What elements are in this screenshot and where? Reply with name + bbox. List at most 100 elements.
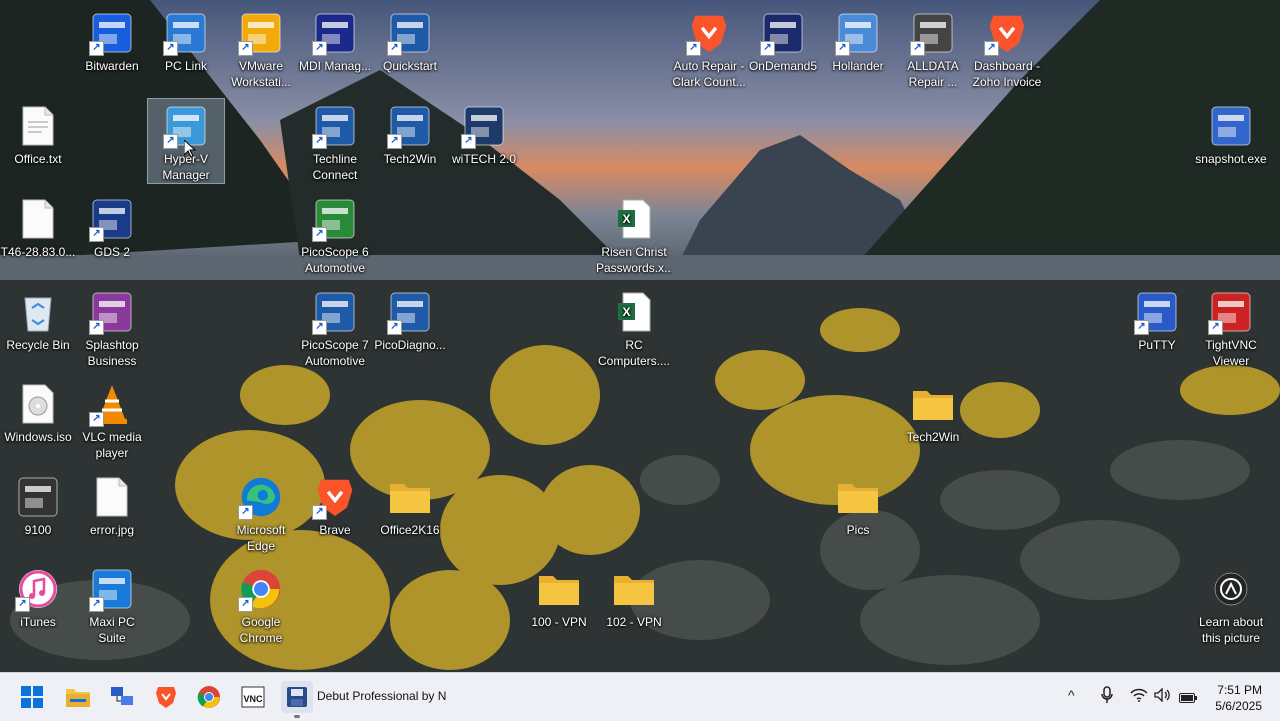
desktop-icon[interactable]: 100 - VPN (521, 562, 597, 630)
desktop-icon[interactable]: ↗ Splashtop Business (74, 285, 150, 369)
desktop-icon[interactable]: ↗ VMware Workstati... (223, 6, 299, 90)
shortcut-arrow-icon: ↗ (89, 320, 104, 335)
desktop-icon[interactable]: Windows.iso (0, 377, 76, 445)
desktop-icon[interactable]: ↗ PC Link (148, 6, 224, 74)
desktop-icon[interactable]: error.jpg (74, 470, 150, 538)
start-icon[interactable] (16, 681, 48, 713)
desktop-icon[interactable]: ↗ Maxi PC Suite (74, 562, 150, 646)
desktop-icon-label: VLC media player (82, 430, 142, 460)
tightvnc-icon[interactable]: VNC (237, 681, 269, 713)
desktop-icon[interactable]: ↗ Bitwarden (74, 6, 150, 74)
desktop-icon[interactable]: ↗ Dashboard - Zoho Invoice (969, 6, 1045, 90)
desktop-icon[interactable]: ↗ Tech2Win (372, 99, 448, 167)
desktop-icon-label: PicoScope 7 Automotive (301, 338, 369, 368)
shortcut-arrow-icon: ↗ (387, 134, 402, 149)
desktop-icon[interactable]: ↗ Techline Connect (297, 99, 373, 183)
shortcut-arrow-icon: ↗ (312, 227, 327, 242)
desktop-icon[interactable]: ↗ GDS 2 (74, 192, 150, 260)
desktop-icon[interactable]: Learn about this picture (1193, 562, 1269, 646)
chrome-icon[interactable] (193, 681, 225, 713)
desktop-icon[interactable]: ↗ ALLDATA Repair ... (895, 6, 971, 90)
network-app-icon[interactable] (106, 681, 138, 713)
desktop-icon[interactable]: ↗ Google Chrome (223, 562, 299, 646)
desktop-icon[interactable]: ↗ OnDemand5 (745, 6, 821, 74)
shortcut-arrow-icon: ↗ (1134, 320, 1149, 335)
show-hidden-icons-chevron[interactable]: ^ (1068, 687, 1075, 703)
desktop-icon-label: Office2K16 (380, 523, 440, 537)
shortcut-arrow-icon: ↗ (163, 134, 178, 149)
active-indicator (294, 715, 300, 718)
desktop-icon-label: Microsoft Edge (236, 523, 286, 553)
folder-icon (611, 566, 657, 612)
svg-text:VNC: VNC (243, 694, 263, 704)
desktop-icon[interactable]: ↗ Quickstart (372, 6, 448, 74)
desktop-icon[interactable]: ↗ VLC media player (74, 377, 150, 461)
desktop-icon-label: PuTTY (1138, 338, 1176, 352)
clock-date: 5/6/2025 (1215, 699, 1262, 713)
image-file-icon (89, 474, 135, 520)
shortcut-arrow-icon: ↗ (760, 41, 775, 56)
desktop-icon[interactable]: snapshot.exe (1193, 99, 1269, 167)
desktop-icon[interactable]: ↗ Hollander (820, 6, 896, 74)
desktop-icon[interactable]: Office.txt (0, 99, 76, 167)
desktop-icon[interactable]: Tech2Win (895, 377, 971, 445)
desktop-icon[interactable]: ↗ PuTTY (1119, 285, 1195, 353)
computer-icon: ↗ (835, 10, 881, 56)
desktop-icon[interactable]: X RC Computers.... (596, 285, 672, 369)
recycle-bin-icon (15, 289, 61, 335)
desktop-icon-label: Maxi PC Suite (89, 615, 135, 645)
alldata-icon: ↗ (910, 10, 956, 56)
desktop-icon[interactable]: ↗ iTunes (0, 562, 76, 630)
brave-icon[interactable] (150, 681, 182, 713)
desktop-icon[interactable]: ↗ wiTECH 2.0 (446, 99, 522, 167)
desktop-icon-label: Auto Repair - Clark Count... (672, 59, 746, 89)
desktop-icon[interactable]: ↗ TightVNC Viewer (1193, 285, 1269, 369)
wifi-icon[interactable] (1130, 688, 1148, 705)
desktop-icon-label: Tech2Win (383, 152, 437, 166)
shortcut-arrow-icon: ↗ (312, 320, 327, 335)
shortcut-arrow-icon: ↗ (387, 320, 402, 335)
file-explorer-icon[interactable] (62, 681, 94, 713)
desktop-icon[interactable]: T46-28.83.0... (0, 192, 76, 260)
svg-text:X: X (622, 305, 630, 319)
desktop-icon[interactable]: Pics (820, 470, 896, 538)
desktop-icon[interactable]: ↗ Auto Repair - Clark Count... (671, 6, 747, 90)
active-window-title[interactable]: Debut Professional by N (317, 689, 447, 703)
desktop-icon[interactable]: ↗ PicoScope 6 Automotive (297, 192, 373, 276)
putty-icon: ↗ (1134, 289, 1180, 335)
disc-icon (15, 381, 61, 427)
itunes-icon: ↗ (15, 566, 61, 612)
battery-icon[interactable] (1179, 690, 1197, 706)
desktop-icon[interactable]: X Risen Christ Passwords.x... (596, 192, 672, 276)
desktop-icon[interactable]: ↗ Microsoft Edge (223, 470, 299, 554)
desktop-icon-label: iTunes (20, 615, 56, 629)
folder-icon (835, 474, 881, 520)
vlc-icon: ↗ (89, 381, 135, 427)
shortcut-arrow-icon: ↗ (910, 41, 925, 56)
folder-icon (536, 566, 582, 612)
desktop-icon[interactable]: 102 - VPN (596, 562, 672, 630)
desktop-icon[interactable]: 9100 (0, 470, 76, 538)
text-file-icon (15, 103, 61, 149)
desktop-icon-label: RC Computers.... (597, 338, 671, 368)
system-clock[interactable]: 7:51 PM 5/6/2025 (1215, 682, 1262, 714)
desktop-icon-label: 9100 (24, 523, 52, 537)
desktop-icon-label: TightVNC Viewer (1205, 338, 1257, 368)
desktop-icon[interactable]: Office2K16 (372, 470, 448, 538)
desktop-icon[interactable]: Recycle Bin (0, 285, 76, 353)
folder-icon (387, 474, 433, 520)
debut-icon[interactable] (281, 681, 313, 713)
desktop-icon[interactable]: ↗ PicoDiagno... (372, 285, 448, 353)
volume-icon[interactable] (1154, 687, 1172, 705)
clock-time: 7:51 PM (1217, 683, 1262, 697)
picoscope7-icon: ↗ (312, 289, 358, 335)
desktop-icon-label: Google Chrome (239, 615, 283, 645)
desktop-icon[interactable]: ↗ Brave (297, 470, 373, 538)
desktop-icon-label: T46-28.83.0... (0, 245, 76, 259)
desktop-icon-label: wiTECH 2.0 (451, 152, 516, 166)
desktop-icon-label: Splashtop Business (85, 338, 139, 368)
microphone-icon[interactable] (1100, 686, 1114, 707)
shortcut-arrow-icon: ↗ (238, 41, 253, 56)
desktop-icon[interactable]: ↗ PicoScope 7 Automotive (297, 285, 373, 369)
desktop-icon[interactable]: ↗ MDI Manag... (297, 6, 373, 74)
